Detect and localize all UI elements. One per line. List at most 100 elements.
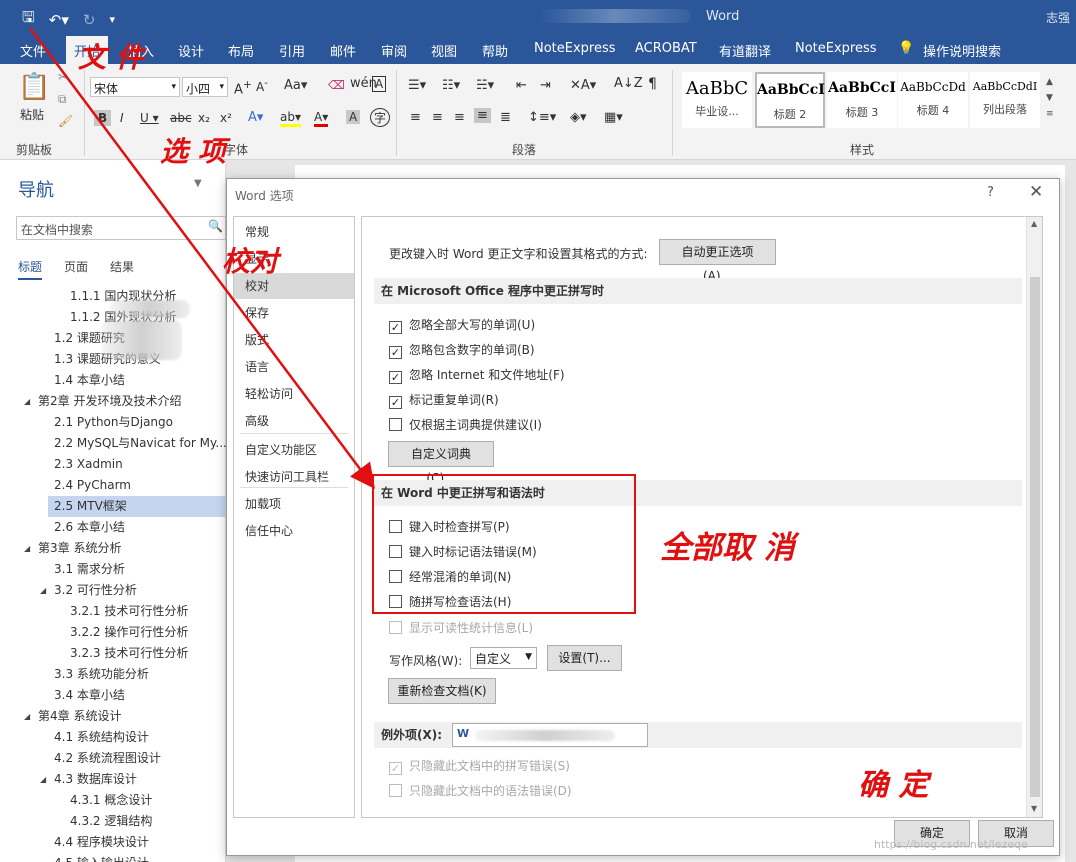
- exceptions-document-select[interactable]: W: [452, 723, 648, 747]
- nav-heading-item[interactable]: 2.1 Python与Django: [54, 412, 173, 433]
- shrink-font-icon[interactable]: A-: [256, 78, 268, 94]
- font-name-select[interactable]: 宋体 ▾: [90, 77, 180, 97]
- office-option-checkbox[interactable]: ✓ 忽略 Internet 和文件地址(F): [389, 366, 565, 384]
- style-card[interactable]: AaBbC 毕业设...: [682, 72, 752, 128]
- redo-icon[interactable]: ↻: [83, 11, 96, 29]
- category-item[interactable]: 高级: [234, 408, 354, 434]
- close-icon[interactable]: ✕: [1029, 182, 1043, 202]
- tab-review[interactable]: 审阅: [381, 41, 407, 60]
- office-option-checkbox[interactable]: ✓ 忽略包含数字的单词(B): [389, 341, 535, 359]
- collapse-triangle-icon[interactable]: ◢: [40, 586, 46, 595]
- category-item[interactable]: 自定义功能区: [234, 437, 354, 463]
- nav-heading-item[interactable]: 3.3 系统功能分析: [54, 664, 149, 685]
- sort-icon[interactable]: A↓Z: [614, 76, 643, 91]
- italic-icon[interactable]: I: [120, 111, 124, 125]
- enclose-char-icon[interactable]: 字: [370, 108, 391, 127]
- borders-icon[interactable]: ▦▾: [604, 110, 623, 125]
- tab-acrobat[interactable]: ACROBAT: [635, 41, 697, 56]
- tab-noteexpress[interactable]: NoteExpress: [534, 41, 616, 56]
- copy-icon[interactable]: ⧉: [58, 92, 67, 107]
- nav-heading-item[interactable]: 1.4 本章小结: [54, 370, 125, 391]
- nav-tab-pages[interactable]: 页面: [64, 258, 88, 280]
- checkbox-icon[interactable]: [389, 418, 402, 431]
- nav-heading-item[interactable]: 2.3 Xadmin: [54, 454, 123, 475]
- collapse-triangle-icon[interactable]: ◢: [24, 544, 30, 553]
- search-icon[interactable]: 🔍: [208, 219, 223, 233]
- nav-heading-item[interactable]: 第4章 系统设计: [38, 706, 121, 727]
- format-painter-icon[interactable]: 🖌: [58, 114, 73, 128]
- tab-layout[interactable]: 布局: [228, 41, 254, 60]
- nav-heading-item[interactable]: 第3章 系统分析: [38, 538, 121, 559]
- justify-icon[interactable]: ≡: [474, 108, 491, 123]
- decrease-indent-icon[interactable]: ⇤: [516, 78, 527, 93]
- bullets-icon[interactable]: ☰▾: [408, 78, 426, 93]
- checkbox-icon[interactable]: ✓: [389, 371, 402, 384]
- checkbox-icon[interactable]: ✓: [389, 396, 402, 409]
- text-effects-icon[interactable]: A▾: [248, 110, 263, 125]
- cut-icon[interactable]: ✂: [58, 70, 68, 84]
- scroll-down-icon[interactable]: ▼: [1031, 804, 1037, 813]
- category-item[interactable]: 语言: [234, 354, 354, 380]
- category-item[interactable]: 保存: [234, 300, 354, 326]
- nav-heading-item[interactable]: 4.3.2 逻辑结构: [70, 811, 152, 832]
- style-card[interactable]: AaBbCcDdI 列出段落: [970, 72, 1040, 128]
- tab-mailings[interactable]: 邮件: [330, 41, 356, 60]
- align-center-icon[interactable]: ≡: [432, 110, 443, 125]
- nav-heading-item[interactable]: 4.3.1 概念设计: [70, 790, 152, 811]
- custom-dictionaries-button[interactable]: 自定义词典(C)...: [388, 441, 494, 485]
- grow-font-icon[interactable]: A+: [234, 78, 252, 97]
- tab-youdao[interactable]: 有道翻译: [719, 41, 771, 60]
- scrollbar-thumb[interactable]: [1030, 277, 1040, 797]
- autocorrect-options-button[interactable]: 自动更正选项(A)...: [659, 239, 776, 283]
- align-right-icon[interactable]: ≡: [454, 110, 465, 125]
- chevron-down-icon[interactable]: ▼: [194, 178, 202, 189]
- nav-tab-headings[interactable]: 标题: [18, 258, 43, 280]
- distributed-icon[interactable]: ≣: [500, 110, 511, 125]
- highlight-icon[interactable]: ab▾: [280, 110, 301, 127]
- tab-view[interactable]: 视图: [431, 41, 457, 60]
- nav-heading-item[interactable]: 2.2 MySQL与Navicat for My...: [54, 433, 227, 454]
- multilevel-list-icon[interactable]: ☵▾: [476, 78, 494, 93]
- office-option-checkbox[interactable]: ✓ 标记重复单词(R): [389, 391, 499, 409]
- nav-heading-item[interactable]: 3.2.3 技术可行性分析: [70, 643, 188, 664]
- line-spacing-icon[interactable]: ↕≡▾: [528, 110, 556, 125]
- category-item[interactable]: 加载项: [234, 491, 354, 517]
- style-card[interactable]: AaBbCcDd 标题 4: [898, 72, 968, 128]
- nav-heading-item[interactable]: 4.1 系统结构设计: [54, 727, 149, 748]
- clear-format-icon[interactable]: ⌫: [328, 78, 345, 92]
- nav-heading-item[interactable]: 4.5 输入输出设计: [54, 853, 149, 862]
- nav-search-input[interactable]: 在文档中搜索 🔍: [16, 216, 226, 240]
- show-marks-icon[interactable]: ¶: [648, 76, 657, 92]
- nav-heading-item[interactable]: 3.2 可行性分析: [54, 580, 137, 601]
- collapse-triangle-icon[interactable]: ◢: [24, 712, 30, 721]
- collapse-triangle-icon[interactable]: ◢: [24, 397, 30, 406]
- strikethrough-icon[interactable]: abc: [170, 111, 192, 125]
- writing-style-select[interactable]: 自定义 ▼: [470, 647, 537, 669]
- tab-noteexpress-2[interactable]: NoteExpress: [795, 41, 877, 56]
- shading-icon[interactable]: ◈▾: [570, 110, 587, 125]
- font-color-icon[interactable]: A▾: [314, 110, 329, 127]
- style-card[interactable]: AaBbCcI 标题 3: [827, 72, 897, 128]
- user-name[interactable]: 志强: [1046, 9, 1070, 26]
- checkbox-icon[interactable]: ✓: [389, 346, 402, 359]
- scroll-up-icon[interactable]: ▲: [1031, 219, 1037, 228]
- numbering-icon[interactable]: ☷▾: [442, 78, 460, 93]
- settings-button[interactable]: 设置(T)...: [547, 645, 622, 671]
- collapse-triangle-icon[interactable]: ◢: [40, 775, 46, 784]
- nav-heading-item[interactable]: 3.1 需求分析: [54, 559, 125, 580]
- nav-heading-item[interactable]: 4.3 数据库设计: [54, 769, 137, 790]
- tab-tell-me[interactable]: 操作说明搜索: [923, 41, 1001, 60]
- nav-heading-item[interactable]: 3.4 本章小结: [54, 685, 125, 706]
- paste-label[interactable]: 粘贴: [20, 106, 44, 123]
- category-item[interactable]: 信任中心: [234, 518, 354, 544]
- underline-icon[interactable]: U ▾: [140, 111, 159, 125]
- nav-heading-item[interactable]: 2.6 本章小结: [54, 517, 125, 538]
- increase-indent-icon[interactable]: ⇥: [540, 78, 551, 93]
- tab-design[interactable]: 设计: [178, 41, 204, 60]
- char-shading-icon[interactable]: A: [346, 110, 361, 124]
- nav-heading-item[interactable]: 4.2 系统流程图设计: [54, 748, 161, 769]
- category-item[interactable]: 版式: [234, 327, 354, 353]
- char-border-icon[interactable]: A: [372, 76, 387, 92]
- help-icon[interactable]: ?: [987, 185, 994, 200]
- style-card-selected[interactable]: AaBbCcI 标题 2: [755, 72, 825, 128]
